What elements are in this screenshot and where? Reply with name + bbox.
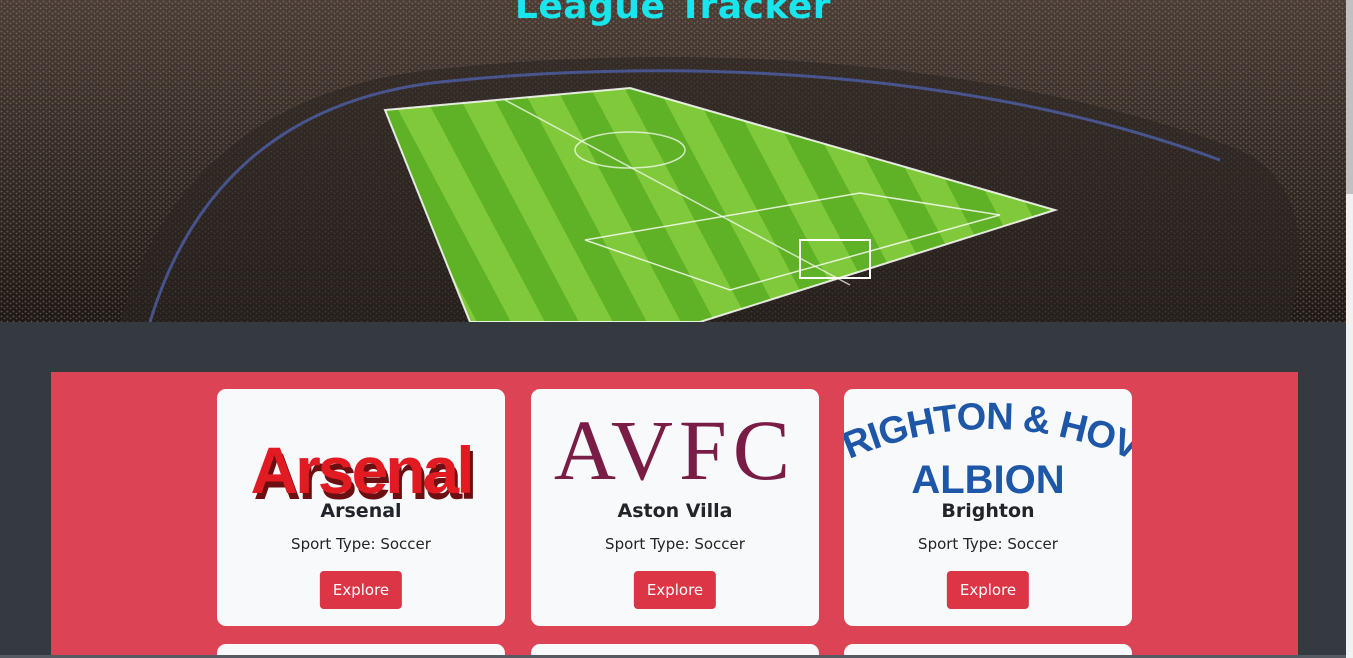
team-card-aston-villa: AVFC Aston Villa Sport Type: Soccer Expl…	[531, 389, 819, 626]
brighton-logo: BRIGHTON & HOVE ALBION	[844, 389, 1132, 507]
svg-text:BRIGHTON & HOVE: BRIGHTON & HOVE	[844, 389, 1132, 469]
vertical-scrollbar[interactable]	[1346, 0, 1353, 658]
arsenal-logo: Arsenal Arsenal	[217, 389, 505, 507]
svg-text:ALBION: ALBION	[911, 458, 1064, 502]
team-grid: Arsenal Arsenal Arsenal Sport Type: Socc…	[51, 372, 1298, 658]
team-name: Brighton	[941, 500, 1035, 522]
svg-text:AVFC: AVFC	[554, 402, 796, 498]
team-name: Arsenal	[320, 500, 402, 522]
team-name: Aston Villa	[617, 500, 733, 522]
sport-type: Sport Type: Soccer	[605, 535, 745, 553]
team-card-arsenal: Arsenal Arsenal Arsenal Sport Type: Socc…	[217, 389, 505, 626]
page: League Tracker Arsenal Arsenal Arsenal S…	[0, 0, 1353, 658]
sport-type: Sport Type: Soccer	[291, 535, 431, 553]
explore-button-aston-villa[interactable]: Explore	[633, 571, 717, 609]
hero-banner: League Tracker	[0, 0, 1346, 322]
aston-villa-logo: AVFC	[531, 389, 819, 507]
team-card-brighton: BRIGHTON & HOVE ALBION Brighton Sport Ty…	[844, 389, 1132, 626]
stadium-image	[0, 0, 1346, 322]
page-title: League Tracker	[514, 0, 832, 27]
explore-button-brighton[interactable]: Explore	[946, 571, 1030, 609]
svg-text:Arsenal: Arsenal	[250, 433, 471, 507]
explore-button-arsenal[interactable]: Explore	[319, 571, 403, 609]
sport-type: Sport Type: Soccer	[918, 535, 1058, 553]
scrollbar-thumb[interactable]	[1346, 0, 1353, 194]
